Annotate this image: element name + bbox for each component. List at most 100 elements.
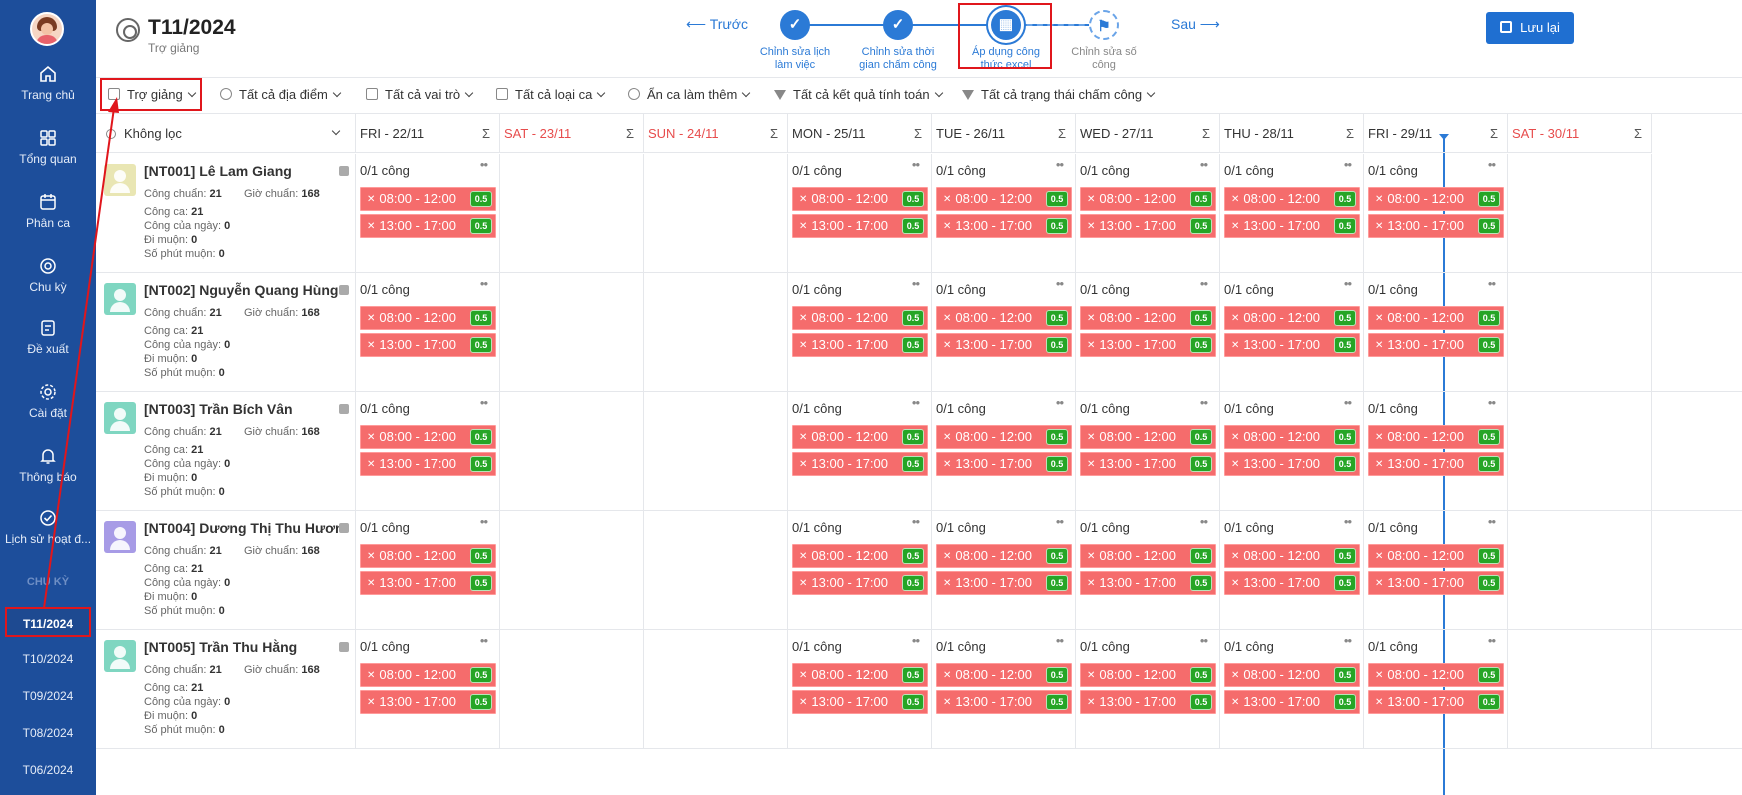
- more-icon[interactable]: ••: [1200, 157, 1208, 172]
- day-cell[interactable]: 0/1 công •• ✕ 08:00 - 12:00 0.5 ✕ 13:00 - 17:0…: [932, 392, 1076, 511]
- filter-location[interactable]: Tất cả địa điểm: [220, 87, 342, 102]
- employee-name[interactable]: [NT002] Nguyễn Quang Hùng: [144, 282, 344, 298]
- close-icon[interactable]: ✕: [367, 670, 375, 681]
- day-cell[interactable]: 0/1 công •• ✕ 08:00 - 12:00 0.5 ✕ 13:00 - 17:0…: [1076, 392, 1220, 511]
- close-icon[interactable]: ✕: [799, 459, 807, 470]
- employee-checkbox[interactable]: [339, 523, 349, 533]
- shift-chip[interactable]: ✕ 08:00 - 12:00 0.5: [1224, 187, 1360, 211]
- sigma-icon[interactable]: Σ: [770, 114, 778, 153]
- close-icon[interactable]: ✕: [799, 578, 807, 589]
- day-cell[interactable]: [1508, 511, 1652, 630]
- more-icon[interactable]: ••: [1488, 514, 1496, 529]
- shift-chip[interactable]: ✕ 13:00 - 17:00 0.5: [1080, 690, 1216, 714]
- shift-chip[interactable]: ✕ 13:00 - 17:00 0.5: [936, 571, 1072, 595]
- employee-name[interactable]: [NT001] Lê Lam Giang: [144, 163, 344, 179]
- close-icon[interactable]: ✕: [1375, 432, 1383, 443]
- close-icon[interactable]: ✕: [799, 340, 807, 351]
- sigma-icon[interactable]: Σ: [626, 114, 634, 153]
- close-icon[interactable]: ✕: [1375, 697, 1383, 708]
- close-icon[interactable]: ✕: [367, 551, 375, 562]
- close-icon[interactable]: ✕: [367, 340, 375, 351]
- close-icon[interactable]: ✕: [1087, 551, 1095, 562]
- shift-chip[interactable]: ✕ 13:00 - 17:00 0.5: [360, 452, 496, 476]
- shift-chip[interactable]: ✕ 13:00 - 17:00 0.5: [1368, 452, 1504, 476]
- close-icon[interactable]: ✕: [367, 221, 375, 232]
- sigma-icon[interactable]: Σ: [1634, 114, 1642, 153]
- close-icon[interactable]: ✕: [367, 697, 375, 708]
- close-icon[interactable]: ✕: [943, 551, 951, 562]
- day-cell[interactable]: 0/1 công •• ✕ 08:00 - 12:00 0.5 ✕ 13:00 - 17:0…: [932, 511, 1076, 630]
- day-cell[interactable]: [1508, 630, 1652, 749]
- period-item[interactable]: T08/2024: [0, 718, 96, 748]
- step-edit-schedule[interactable]: ✓ Chỉnh sửa lịch làm việc: [745, 10, 845, 72]
- shift-chip[interactable]: ✕ 08:00 - 12:00 0.5: [936, 425, 1072, 449]
- more-icon[interactable]: ••: [480, 395, 488, 410]
- close-icon[interactable]: ✕: [1231, 313, 1239, 324]
- close-icon[interactable]: ✕: [1231, 578, 1239, 589]
- shift-chip[interactable]: ✕ 08:00 - 12:00 0.5: [792, 663, 928, 687]
- shift-chip[interactable]: ✕ 13:00 - 17:00 0.5: [360, 571, 496, 595]
- filter-shift-type[interactable]: Tất cả loại ca: [496, 87, 606, 102]
- employee-name[interactable]: [NT003] Trần Bích Vân: [144, 401, 344, 417]
- filter-calc-result[interactable]: Tất cả kết quả tính toán: [774, 87, 943, 102]
- day-column-header[interactable]: SAT - 23/11 Σ: [500, 114, 644, 153]
- close-icon[interactable]: ✕: [943, 697, 951, 708]
- shift-chip[interactable]: ✕ 08:00 - 12:00 0.5: [1224, 306, 1360, 330]
- shift-chip[interactable]: ✕ 08:00 - 12:00 0.5: [1368, 663, 1504, 687]
- more-icon[interactable]: ••: [912, 514, 920, 529]
- close-icon[interactable]: ✕: [799, 697, 807, 708]
- sidebar-item-shifts[interactable]: Phân ca: [0, 192, 96, 248]
- close-icon[interactable]: ✕: [1375, 194, 1383, 205]
- day-cell[interactable]: 0/1 công •• ✕ 08:00 - 12:00 0.5 ✕ 13:00 - 17:0…: [1364, 630, 1508, 749]
- shift-chip[interactable]: ✕ 08:00 - 12:00 0.5: [792, 187, 928, 211]
- shift-chip[interactable]: ✕ 13:00 - 17:00 0.5: [1224, 571, 1360, 595]
- employee-name[interactable]: [NT005] Trần Thu Hằng: [144, 639, 344, 655]
- shift-chip[interactable]: ✕ 08:00 - 12:00 0.5: [1368, 544, 1504, 568]
- close-icon[interactable]: ✕: [943, 194, 951, 205]
- shift-chip[interactable]: ✕ 08:00 - 12:00 0.5: [1080, 663, 1216, 687]
- more-icon[interactable]: ••: [480, 157, 488, 172]
- more-icon[interactable]: ••: [1056, 157, 1064, 172]
- shift-chip[interactable]: ✕ 13:00 - 17:00 0.5: [792, 452, 928, 476]
- close-icon[interactable]: ✕: [1087, 432, 1095, 443]
- close-icon[interactable]: ✕: [1231, 340, 1239, 351]
- save-button[interactable]: Lưu lại: [1486, 12, 1574, 44]
- day-cell[interactable]: [644, 273, 788, 392]
- day-cell[interactable]: [500, 154, 644, 273]
- more-icon[interactable]: ••: [1056, 395, 1064, 410]
- close-icon[interactable]: ✕: [943, 221, 951, 232]
- sidebar-item-cycle[interactable]: Chu kỳ: [0, 256, 96, 312]
- more-icon[interactable]: ••: [1344, 276, 1352, 291]
- period-item[interactable]: T06/2024: [0, 755, 96, 785]
- more-icon[interactable]: ••: [912, 395, 920, 410]
- close-icon[interactable]: ✕: [1087, 670, 1095, 681]
- more-icon[interactable]: ••: [1344, 157, 1352, 172]
- shift-chip[interactable]: ✕ 13:00 - 17:00 0.5: [792, 214, 928, 238]
- close-icon[interactable]: ✕: [1375, 551, 1383, 562]
- shift-chip[interactable]: ✕ 08:00 - 12:00 0.5: [360, 544, 496, 568]
- day-column-header[interactable]: FRI - 29/11 Σ: [1364, 114, 1508, 153]
- close-icon[interactable]: ✕: [1375, 221, 1383, 232]
- more-icon[interactable]: ••: [1488, 395, 1496, 410]
- close-icon[interactable]: ✕: [799, 313, 807, 324]
- shift-chip[interactable]: ✕ 13:00 - 17:00 0.5: [1080, 452, 1216, 476]
- day-cell[interactable]: [500, 630, 644, 749]
- day-cell[interactable]: 0/1 công •• ✕ 08:00 - 12:00 0.5 ✕ 13:00 - 17:0…: [356, 273, 500, 392]
- day-cell[interactable]: 0/1 công •• ✕ 08:00 - 12:00 0.5 ✕ 13:00 - 17:0…: [1076, 273, 1220, 392]
- shift-chip[interactable]: ✕ 08:00 - 12:00 0.5: [792, 306, 928, 330]
- day-cell[interactable]: [500, 392, 644, 511]
- day-cell[interactable]: [644, 154, 788, 273]
- close-icon[interactable]: ✕: [799, 194, 807, 205]
- close-icon[interactable]: ✕: [943, 313, 951, 324]
- more-icon[interactable]: ••: [1488, 157, 1496, 172]
- day-cell[interactable]: 0/1 công •• ✕ 08:00 - 12:00 0.5 ✕ 13:00 - 17:0…: [932, 273, 1076, 392]
- close-icon[interactable]: ✕: [1231, 194, 1239, 205]
- shift-chip[interactable]: ✕ 13:00 - 17:00 0.5: [1224, 214, 1360, 238]
- employee-name[interactable]: [NT004] Dương Thị Thu Hương: [144, 520, 344, 536]
- close-icon[interactable]: ✕: [943, 340, 951, 351]
- close-icon[interactable]: ✕: [1087, 340, 1095, 351]
- day-cell[interactable]: 0/1 công •• ✕ 08:00 - 12:00 0.5 ✕ 13:00 - 17:0…: [1220, 511, 1364, 630]
- more-icon[interactable]: ••: [1200, 514, 1208, 529]
- shift-chip[interactable]: ✕ 08:00 - 12:00 0.5: [1224, 663, 1360, 687]
- shift-chip[interactable]: ✕ 08:00 - 12:00 0.5: [936, 187, 1072, 211]
